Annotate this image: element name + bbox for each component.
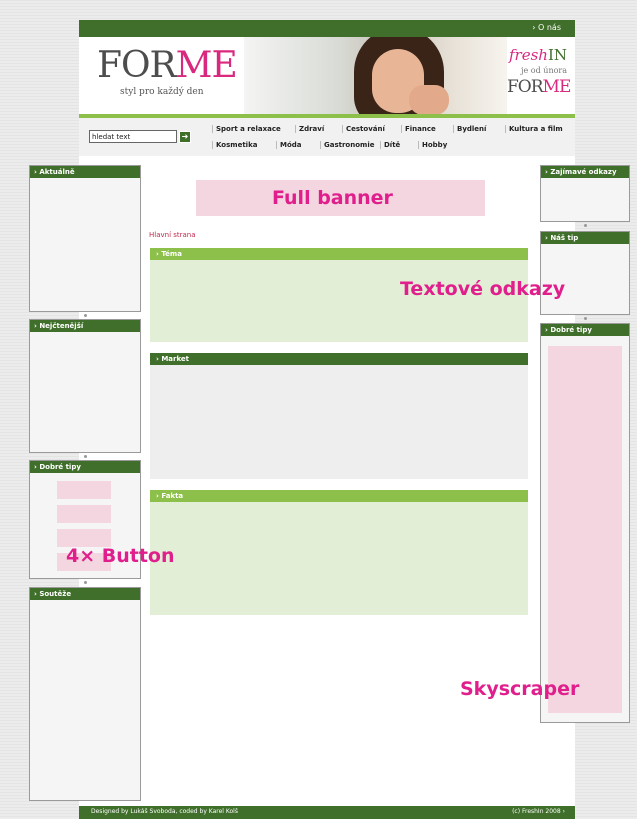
nav-item-kosmetika[interactable]: Kosmetika <box>212 141 257 149</box>
box-title[interactable]: › Dobré tipy <box>30 461 140 473</box>
right-box-zajimave-odkazy: › Zajímavé odkazy <box>540 165 630 222</box>
site-logo[interactable]: FORME <box>97 45 238 86</box>
nav-item-hobby[interactable]: Hobby <box>418 141 447 149</box>
promo-in: IN <box>547 46 567 64</box>
top-bar: › O nás <box>79 20 575 37</box>
skyscraper-placeholder[interactable] <box>548 346 622 713</box>
nav-item-dite[interactable]: Dítě <box>380 141 400 149</box>
box-title[interactable]: › Náš tip <box>541 232 629 244</box>
box-title[interactable]: › Zajímavé odkazy <box>541 166 629 178</box>
nav-item-gastronomie[interactable]: Gastronomie <box>320 141 374 149</box>
nav-item-moda[interactable]: Móda <box>276 141 302 149</box>
search-button[interactable]: ➜ <box>179 131 191 143</box>
box-title[interactable]: › Aktuálně <box>30 166 140 178</box>
nav-item-finance[interactable]: Finance <box>401 125 436 133</box>
box-title[interactable]: › Soutěže <box>30 588 140 600</box>
header-photo <box>244 37 507 114</box>
section-title[interactable]: › Téma <box>150 248 528 260</box>
header: FORME styl pro každý den freshIN je od ú… <box>79 37 575 114</box>
text-links-label: Textové odkazy <box>400 278 566 300</box>
promo-fresh: fresh <box>508 46 548 64</box>
section-title[interactable]: › Fakta <box>150 490 528 502</box>
nav-item-kultura[interactable]: Kultura a film <box>505 125 563 133</box>
footer: Designed by Lukáš Svoboda, coded by Kare… <box>79 806 575 819</box>
nav-bar: ➜ Sport a relaxace Zdraví Cestování Fina… <box>79 118 575 156</box>
logo-part2: ME <box>175 45 238 86</box>
section-fakta: › Fakta <box>150 490 528 615</box>
arrow-right-icon: ➜ <box>181 132 189 141</box>
nav-item-zdravi[interactable]: Zdraví <box>295 125 324 133</box>
left-box-nejctenejsi: › Nejčtenější <box>29 319 141 453</box>
left-box-aktualne: › Aktuálně <box>29 165 141 312</box>
footer-credits: Designed by Lukáš Svoboda, coded by Kare… <box>91 808 238 815</box>
left-box-souteze: › Soutěže <box>29 587 141 801</box>
section-market: › Market <box>150 353 528 479</box>
about-link[interactable]: › O nás <box>532 23 561 32</box>
footer-copyright[interactable]: (c) FreshIn 2008 › <box>512 808 565 815</box>
box-title[interactable]: › Dobré tipy <box>541 324 629 336</box>
site-tagline: styl pro každý den <box>120 87 204 97</box>
button-placeholder[interactable] <box>57 505 111 523</box>
nav-item-sport[interactable]: Sport a relaxace <box>212 125 281 133</box>
button-placeholder[interactable] <box>57 481 111 499</box>
section-title[interactable]: › Market <box>150 353 528 365</box>
box-title[interactable]: › Nejčtenější <box>30 320 140 332</box>
nav-item-bydleni[interactable]: Bydlení <box>453 125 486 133</box>
right-box-nas-tip: › Náš tip <box>540 231 630 315</box>
full-banner-label: Full banner <box>272 187 393 209</box>
logo-part1: FOR <box>97 45 177 86</box>
header-promo[interactable]: freshIN je od února FORME <box>507 45 571 97</box>
skyscraper-label: Skyscraper <box>460 678 580 700</box>
promo-forme: FORME <box>507 77 571 97</box>
nav-item-cestovani[interactable]: Cestování <box>342 125 385 133</box>
buttons-label: 4× Button <box>66 545 175 567</box>
breadcrumb[interactable]: Hlavní strana <box>149 231 196 239</box>
promo-sub: je od února <box>521 66 567 75</box>
search-input[interactable] <box>89 130 177 143</box>
